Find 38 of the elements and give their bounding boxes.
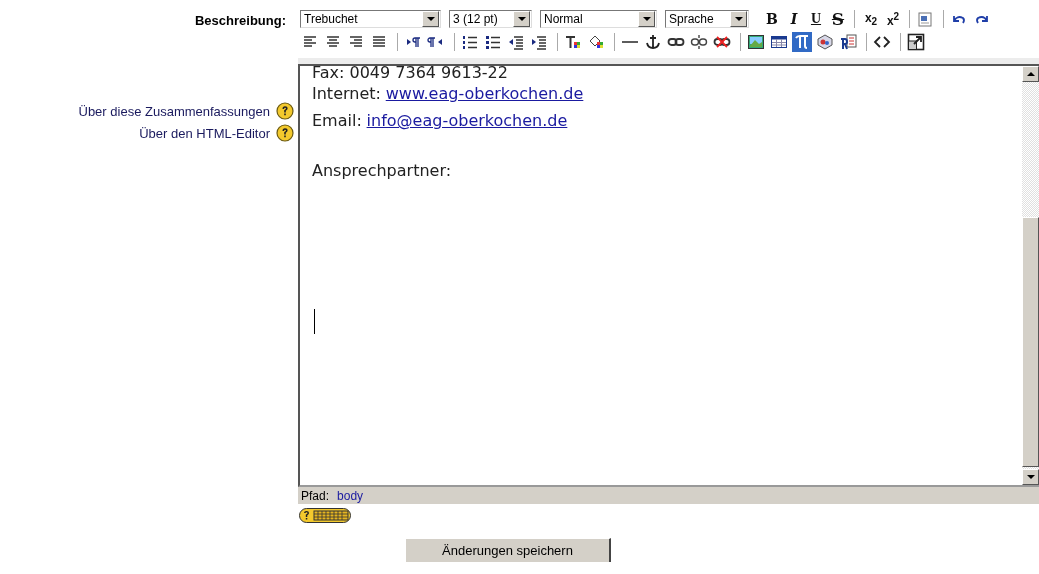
help-link[interactable]: Über den HTML-Editor — [139, 125, 270, 141]
editor-text: Ansprechpartner: — [312, 160, 453, 182]
format-button[interactable]: I — [783, 9, 805, 29]
help-icon[interactable] — [276, 102, 294, 120]
pi-symbol-icon[interactable] — [792, 32, 812, 52]
scrollbar[interactable] — [1022, 66, 1039, 485]
media-object-icon[interactable] — [815, 32, 835, 52]
format-button[interactable]: S — [827, 9, 849, 29]
editor-link[interactable]: info@eag-oberkochen.de — [366, 111, 568, 130]
size-dropdown[interactable]: 3 (12 pt) — [449, 10, 532, 28]
save-button[interactable]: Änderungen speichern — [405, 538, 611, 562]
editor-text: Fax: 0049 7364 9613-22 — [312, 66, 509, 80]
format-button[interactable]: B — [761, 9, 783, 29]
editor-text: Email: — [312, 111, 362, 130]
scroll-thumb[interactable] — [1022, 217, 1039, 467]
anchor-icon[interactable] — [643, 32, 663, 52]
scroll-down-button[interactable] — [1022, 469, 1039, 485]
image-icon[interactable] — [746, 32, 766, 52]
fullscreen-icon[interactable] — [906, 32, 926, 52]
text-cursor — [314, 309, 315, 334]
format-button[interactable]: U — [805, 9, 827, 29]
field-label: Beschreibung: — [195, 13, 286, 28]
script-button[interactable]: x$^{2}$ — [882, 9, 904, 29]
path-link[interactable]: body — [337, 488, 364, 503]
language-dropdown[interactable]: Sprache — [665, 10, 749, 28]
broken-link-icon[interactable] — [689, 32, 709, 52]
editor-text: Internet: — [312, 84, 381, 103]
font-dropdown[interactable]: Trebuchet — [300, 10, 441, 28]
help-icon[interactable] — [276, 124, 294, 142]
keyboard-help-icon[interactable] — [299, 508, 351, 523]
paste-special-icon[interactable] — [838, 32, 858, 52]
script-button[interactable]: x$_{2}$ — [860, 9, 882, 29]
path-label: Pfad: — [301, 488, 330, 503]
format-dropdown[interactable]: Normal — [540, 10, 657, 28]
editor-link[interactable]: www.eag-oberkochen.de — [385, 84, 584, 103]
help-link[interactable]: Über diese Zusammenfassungen — [78, 103, 270, 119]
scroll-up-button[interactable] — [1022, 66, 1039, 82]
paste-document-icon[interactable] — [915, 9, 935, 29]
